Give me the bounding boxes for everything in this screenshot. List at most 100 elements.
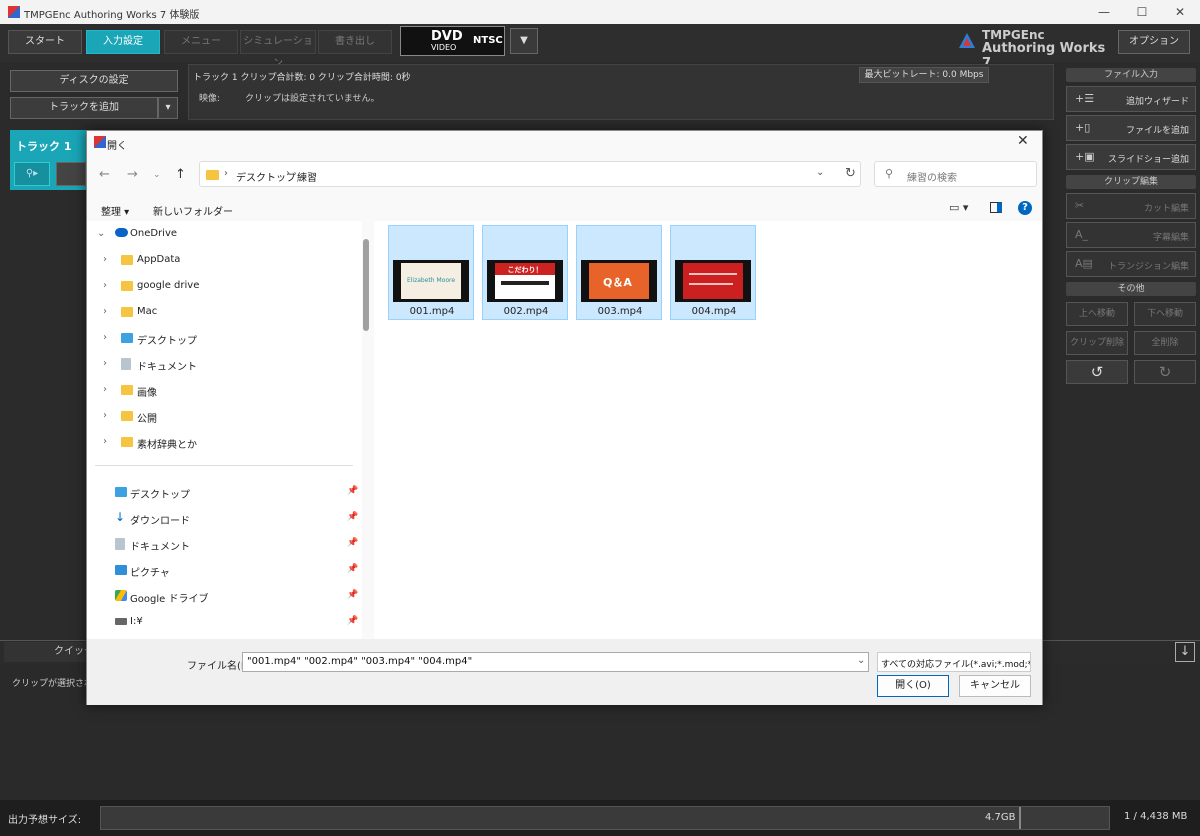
tree-item-pictures[interactable]: › 画像 bbox=[87, 377, 357, 403]
forward-icon[interactable]: → bbox=[127, 167, 138, 182]
file-name: 001.mp4 bbox=[409, 306, 455, 317]
tree-item-google-drive[interactable]: › google drive bbox=[87, 273, 357, 299]
subtitle-edit-label: 字幕編集 bbox=[1152, 233, 1189, 243]
download-icon: ↓ bbox=[115, 510, 126, 524]
nav-divider bbox=[95, 465, 353, 466]
filetype-select[interactable]: すべての対応ファイル(*.avi;*.mod;* bbox=[877, 652, 1031, 672]
tab-export[interactable]: 書き出し bbox=[318, 30, 392, 54]
dialog-close-icon[interactable]: ✕ bbox=[1017, 133, 1029, 149]
quick-access-drive-i[interactable]: I:¥ 📌 bbox=[87, 609, 358, 635]
delete-clip-button[interactable]: クリップ削除 bbox=[1066, 331, 1128, 355]
file-tile[interactable]: こだわり！ 002.mp4 bbox=[482, 225, 568, 320]
arrow-down-icon[interactable]: ↓ bbox=[1175, 642, 1195, 662]
file-tile[interactable]: Q＆A 003.mp4 bbox=[576, 225, 662, 320]
video-label: VIDEO bbox=[431, 43, 457, 52]
open-button[interactable]: 開く(O) bbox=[877, 675, 949, 697]
nav-scrollbar[interactable] bbox=[363, 239, 369, 331]
cancel-button[interactable]: キャンセル bbox=[959, 675, 1031, 697]
pin-icon[interactable]: 📌 bbox=[347, 590, 358, 600]
search-input[interactable]: ⚲ 練習の検索 bbox=[874, 161, 1037, 187]
chevron-right-icon[interactable]: › bbox=[103, 384, 107, 395]
tree-item-desktop[interactable]: › デスクトップ bbox=[87, 325, 357, 351]
tree-item-label: AppData bbox=[137, 254, 181, 265]
file-tile[interactable]: 004.mp4 bbox=[670, 225, 756, 320]
transition-edit-button[interactable]: A▤ トランジション編集 bbox=[1066, 251, 1196, 277]
file-name: 002.mp4 bbox=[503, 306, 549, 317]
redo-icon[interactable]: ↻ bbox=[1134, 360, 1196, 384]
chevron-right-icon[interactable]: › bbox=[103, 306, 107, 317]
close-icon[interactable]: ✕ bbox=[1162, 0, 1198, 24]
tree-item-appdata[interactable]: › AppData bbox=[87, 247, 357, 273]
up-icon[interactable]: ↑ bbox=[175, 167, 186, 182]
pin-icon[interactable]: 📌 bbox=[347, 512, 358, 522]
format-dropdown-icon[interactable]: ▼ bbox=[510, 28, 538, 54]
delete-all-button[interactable]: 全削除 bbox=[1134, 331, 1196, 355]
add-wizard-button[interactable]: +☰ 追加ウィザード bbox=[1066, 86, 1196, 112]
tree-item-mac[interactable]: › Mac bbox=[87, 299, 357, 325]
options-button[interactable]: オプション bbox=[1118, 30, 1190, 54]
address-dropdown-icon[interactable]: ⌄ bbox=[816, 167, 824, 178]
view-options-icon[interactable]: ▭ ▾ bbox=[949, 201, 968, 214]
tree-item-label: Mac bbox=[137, 306, 158, 317]
tree-item-public[interactable]: › 公開 bbox=[87, 403, 357, 429]
size-count: 1 / 4,438 MB bbox=[1124, 811, 1188, 822]
subtitle-icon: A_ bbox=[1075, 228, 1089, 241]
pin-icon[interactable]: 📌 bbox=[347, 616, 358, 626]
add-track-button[interactable]: トラックを追加 bbox=[10, 97, 158, 119]
right-panel: ファイル入力 +☰ 追加ウィザード +▯ ファイルを追加 +▣ スライドショー追… bbox=[1062, 62, 1200, 632]
move-down-button[interactable]: 下へ移動 bbox=[1134, 302, 1196, 326]
pin-icon[interactable]: 📌 bbox=[347, 486, 358, 496]
undo-icon[interactable]: ↺ bbox=[1066, 360, 1128, 384]
breadcrumb-current[interactable]: 練習 bbox=[297, 169, 317, 184]
filename-dropdown-icon[interactable]: ⌄ bbox=[857, 655, 865, 666]
help-icon[interactable]: ? bbox=[1018, 201, 1032, 215]
new-folder-button[interactable]: 新しいフォルダー bbox=[153, 203, 233, 218]
section-clip-edit: クリップ編集 bbox=[1066, 175, 1196, 189]
video-thumbnail: Q＆A bbox=[581, 260, 657, 302]
tab-start[interactable]: スタート bbox=[8, 30, 82, 54]
thumbnail-text: Q＆A bbox=[603, 276, 632, 289]
chevron-right-icon[interactable]: › bbox=[103, 410, 107, 421]
file-tile[interactable]: Elizabeth Moore 001.mp4 bbox=[388, 225, 474, 320]
quick-access-google-drive[interactable]: Google ドライブ 📌 bbox=[87, 583, 358, 609]
command-bar: 整理 ▾ 新しいフォルダー ▭ ▾ ? bbox=[87, 197, 1042, 221]
cut-edit-button[interactable]: ✂ カット編集 bbox=[1066, 193, 1196, 219]
tree-item-documents[interactable]: › ドキュメント bbox=[87, 351, 357, 377]
tab-menu[interactable]: メニュー bbox=[164, 30, 238, 54]
move-up-button[interactable]: 上へ移動 bbox=[1066, 302, 1128, 326]
add-file-button[interactable]: +▯ ファイルを追加 bbox=[1066, 115, 1196, 141]
pin-icon[interactable]: 📌 bbox=[347, 564, 358, 574]
tree-item-onedrive[interactable]: ⌄ OneDrive bbox=[87, 221, 357, 247]
tab-simulation[interactable]: シミュレーション bbox=[240, 30, 316, 69]
add-slideshow-button[interactable]: +▣ スライドショー追加 bbox=[1066, 144, 1196, 170]
dialog-app-icon bbox=[94, 136, 106, 148]
quick-access-downloads[interactable]: ↓ ダウンロード 📌 bbox=[87, 505, 358, 531]
organize-menu[interactable]: 整理 ▾ bbox=[101, 203, 129, 218]
subtitle-edit-button[interactable]: A_ 字幕編集 bbox=[1066, 222, 1196, 248]
maximize-icon[interactable]: ☐ bbox=[1124, 0, 1160, 24]
back-icon[interactable]: ← bbox=[99, 167, 110, 182]
quick-access-documents[interactable]: ドキュメント 📌 bbox=[87, 531, 358, 557]
track-search-icon[interactable]: ⚲▸ bbox=[14, 162, 50, 186]
tab-input-settings[interactable]: 入力設定 bbox=[86, 30, 160, 54]
minimize-icon[interactable]: — bbox=[1086, 0, 1122, 24]
disc-format-display: DVD VIDEO NTSC bbox=[400, 26, 505, 56]
tree-item-materials[interactable]: › 素材辞典とか bbox=[87, 429, 357, 455]
address-bar[interactable]: › デスクトップ › 練習 ⌄ bbox=[199, 161, 861, 187]
chevron-right-icon[interactable]: › bbox=[103, 280, 107, 291]
expanded-chevron-icon[interactable]: ⌄ bbox=[97, 228, 105, 239]
recent-dropdown-icon[interactable]: ⌄ bbox=[153, 170, 161, 180]
preview-pane-icon[interactable] bbox=[990, 202, 1002, 213]
chevron-right-icon[interactable]: › bbox=[103, 332, 107, 343]
refresh-icon[interactable]: ↻ bbox=[845, 166, 856, 181]
quick-access-desktop[interactable]: デスクトップ 📌 bbox=[87, 479, 358, 505]
disc-settings-button[interactable]: ディスクの設定 bbox=[10, 70, 178, 92]
track-action-button[interactable] bbox=[56, 162, 86, 186]
add-track-dropdown-icon[interactable]: ▾ bbox=[158, 97, 178, 119]
pin-icon[interactable]: 📌 bbox=[347, 538, 358, 548]
chevron-right-icon[interactable]: › bbox=[103, 436, 107, 447]
quick-access-pictures[interactable]: ピクチャ 📌 bbox=[87, 557, 358, 583]
chevron-right-icon[interactable]: › bbox=[103, 254, 107, 265]
filename-input[interactable]: "001.mp4" "002.mp4" "003.mp4" "004.mp4" bbox=[242, 652, 869, 672]
chevron-right-icon[interactable]: › bbox=[103, 358, 107, 369]
